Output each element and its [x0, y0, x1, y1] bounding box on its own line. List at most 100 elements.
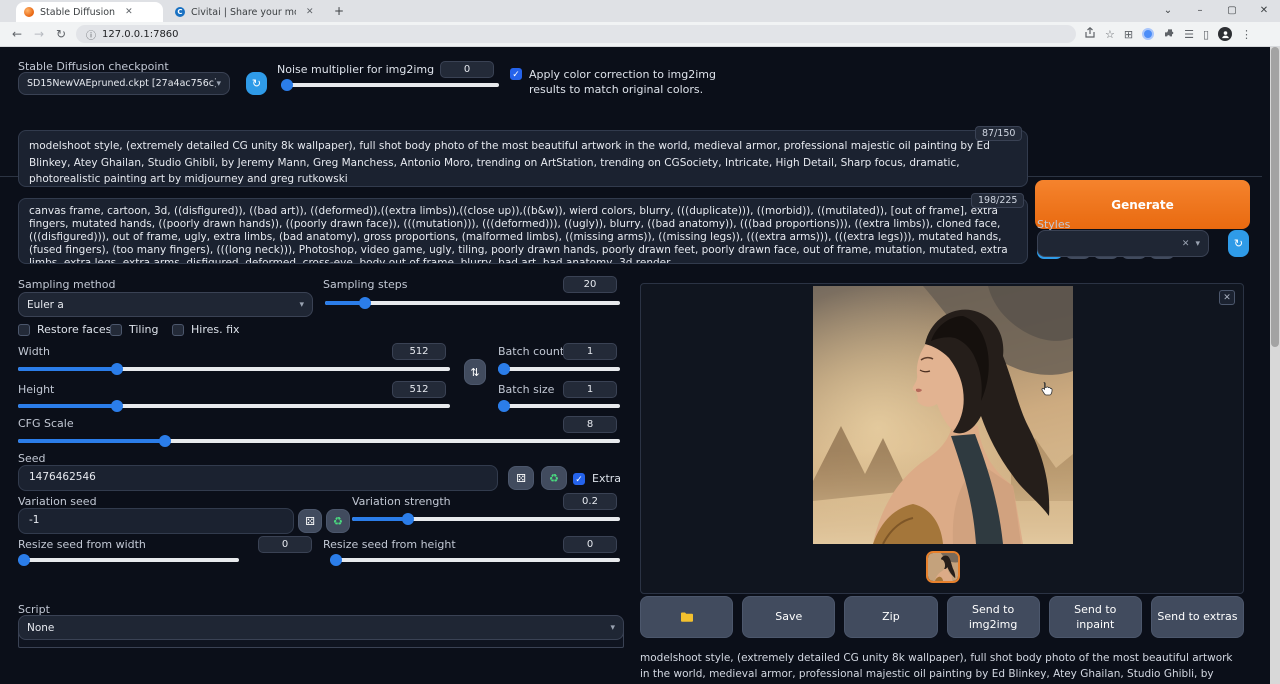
tab-title: Civitai | Share your models: [191, 7, 296, 18]
browser-tab-civitai[interactable]: C Civitai | Share your models ✕: [167, 2, 322, 22]
batch-size-value[interactable]: 1: [563, 381, 617, 398]
variation-strength-value[interactable]: 0.2: [563, 493, 617, 510]
batch-size-slider[interactable]: [498, 400, 620, 412]
output-gallery: ✕: [640, 283, 1244, 594]
width-value[interactable]: 512: [392, 343, 446, 360]
send-to-extras-button[interactable]: Send to extras: [1151, 596, 1244, 638]
gallery-thumbnail[interactable]: [926, 551, 960, 583]
reuse-variation-seed-button[interactable]: ♻: [326, 509, 350, 533]
hires-fix-checkbox[interactable]: [172, 324, 184, 336]
width-slider[interactable]: [18, 363, 450, 375]
chevron-down-icon: ▾: [299, 300, 304, 310]
site-info-icon[interactable]: ⓘ: [86, 27, 96, 42]
height-value[interactable]: 512: [392, 381, 446, 398]
open-folder-button[interactable]: [640, 596, 733, 638]
extra-seed-checkbox[interactable]: ✓: [573, 473, 585, 485]
profile-avatar[interactable]: [1218, 27, 1232, 41]
dice-icon: ⚄: [305, 515, 315, 528]
forward-button[interactable]: →: [28, 27, 50, 41]
reuse-seed-button[interactable]: ♻: [541, 466, 567, 490]
tab-close-icon[interactable]: ✕: [125, 7, 133, 17]
tab-close-icon[interactable]: ✕: [306, 7, 314, 17]
restore-faces-label: Restore faces: [37, 323, 111, 336]
resize-seed-height-value[interactable]: 0: [563, 536, 617, 553]
chevron-down-icon: ▾: [610, 623, 615, 633]
close-gallery-button[interactable]: ✕: [1219, 290, 1235, 305]
send-to-inpaint-button[interactable]: Send to inpaint: [1049, 596, 1142, 638]
random-variation-seed-button[interactable]: ⚄: [298, 509, 322, 533]
window-close-button[interactable]: ✕: [1248, 0, 1280, 22]
random-seed-button[interactable]: ⚄: [508, 466, 534, 490]
sampling-steps-slider[interactable]: [325, 297, 620, 309]
browser-tab-strip: Stable Diffusion ✕ C Civitai | Share you…: [0, 0, 1280, 22]
variation-strength-slider[interactable]: [352, 513, 620, 525]
swap-dimensions-button[interactable]: ⇅: [464, 359, 486, 385]
resize-seed-height-label: Resize seed from height: [323, 538, 456, 551]
gallery-actions: Save Zip Send to img2img Send to inpaint…: [640, 596, 1244, 638]
share-icon[interactable]: [1084, 27, 1096, 42]
negative-prompt-textarea[interactable]: canvas frame, cartoon, 3d, ((disfigured)…: [18, 198, 1028, 264]
browser-tab-stable-diffusion[interactable]: Stable Diffusion ✕: [16, 2, 163, 22]
side-panel-icon[interactable]: ▯: [1203, 28, 1209, 41]
recycle-icon: ♻: [333, 515, 343, 528]
resize-seed-width-slider[interactable]: [18, 554, 239, 566]
resize-seed-height-slider[interactable]: [330, 554, 620, 566]
new-tab-button[interactable]: +: [331, 4, 347, 20]
window-minimize-button[interactable]: –: [1184, 0, 1216, 22]
resize-seed-width-value[interactable]: 0: [258, 536, 312, 553]
color-correction-label: Apply color correction to img2img result…: [529, 68, 729, 98]
extension-grid-icon[interactable]: ⊞: [1124, 28, 1133, 41]
noise-multiplier-label: Noise multiplier for img2img: [277, 63, 434, 76]
clear-styles-icon[interactable]: ✕: [1182, 239, 1190, 249]
page-scrollbar[interactable]: [1270, 47, 1280, 684]
sampling-steps-value[interactable]: 20: [563, 276, 617, 293]
cfg-scale-slider[interactable]: [18, 435, 620, 447]
tab-search-chevron-icon[interactable]: ⌄: [1152, 0, 1184, 22]
extra-seed-label: Extra: [592, 472, 621, 485]
styles-dropdown[interactable]: ✕ ▾: [1037, 230, 1209, 257]
sampling-method-label: Sampling method: [18, 278, 115, 291]
scrollbar-thumb[interactable]: [1271, 47, 1279, 347]
save-button[interactable]: Save: [742, 596, 835, 638]
cfg-scale-label: CFG Scale: [18, 417, 74, 430]
checkpoint-dropdown[interactable]: SD15NewVAEpruned.ckpt [27a4ac756c] ▾: [18, 72, 230, 95]
height-slider[interactable]: [18, 400, 450, 412]
script-dropdown[interactable]: None ▾: [18, 615, 624, 640]
extensions-puzzle-icon[interactable]: [1163, 27, 1175, 42]
cursor-pointer-icon: [1039, 381, 1055, 397]
cfg-scale-value[interactable]: 8: [563, 416, 617, 433]
tiling-checkbox[interactable]: [110, 324, 122, 336]
noise-multiplier-slider[interactable]: [281, 79, 499, 91]
chevron-down-icon: ▾: [216, 79, 221, 89]
folder-icon: [680, 611, 694, 623]
resize-seed-width-label: Resize seed from width: [18, 538, 146, 551]
stable-diffusion-favicon: [24, 7, 34, 17]
back-button[interactable]: ←: [6, 27, 28, 41]
browser-menu-icon[interactable]: ⋮: [1241, 28, 1252, 41]
dice-icon: ⚄: [516, 472, 526, 485]
window-maximize-button[interactable]: ▢: [1216, 0, 1248, 22]
chevron-down-icon: ▾: [1195, 239, 1200, 249]
checkpoint-value: SD15NewVAEpruned.ckpt [27a4ac756c]: [27, 78, 216, 89]
generated-image[interactable]: [813, 286, 1073, 544]
batch-count-slider[interactable]: [498, 363, 620, 375]
color-correction-checkbox[interactable]: ✓: [510, 68, 522, 80]
seed-input[interactable]: 1476462546: [18, 465, 498, 491]
noise-multiplier-value[interactable]: 0: [440, 61, 494, 78]
sampling-method-dropdown[interactable]: Euler a ▾: [18, 292, 313, 317]
address-bar[interactable]: ⓘ 127.0.0.1:7860: [76, 25, 1076, 43]
variation-seed-input[interactable]: -1: [18, 508, 294, 534]
reload-button[interactable]: ↻: [50, 27, 72, 41]
extension-blue-icon[interactable]: [1142, 28, 1154, 40]
refresh-checkpoints-button[interactable]: ↻: [246, 72, 267, 95]
zip-button[interactable]: Zip: [844, 596, 937, 638]
tiling-label: Tiling: [129, 323, 159, 336]
batch-count-label: Batch count: [498, 345, 564, 358]
batch-count-value[interactable]: 1: [563, 343, 617, 360]
reading-list-icon[interactable]: ☰: [1184, 28, 1194, 41]
send-to-img2img-button[interactable]: Send to img2img: [947, 596, 1040, 638]
restore-faces-checkbox[interactable]: [18, 324, 30, 336]
prompt-textarea[interactable]: modelshoot style, (extremely detailed CG…: [18, 130, 1028, 187]
bookmark-star-icon[interactable]: ☆: [1105, 28, 1115, 41]
refresh-styles-button[interactable]: ↻: [1228, 230, 1249, 257]
